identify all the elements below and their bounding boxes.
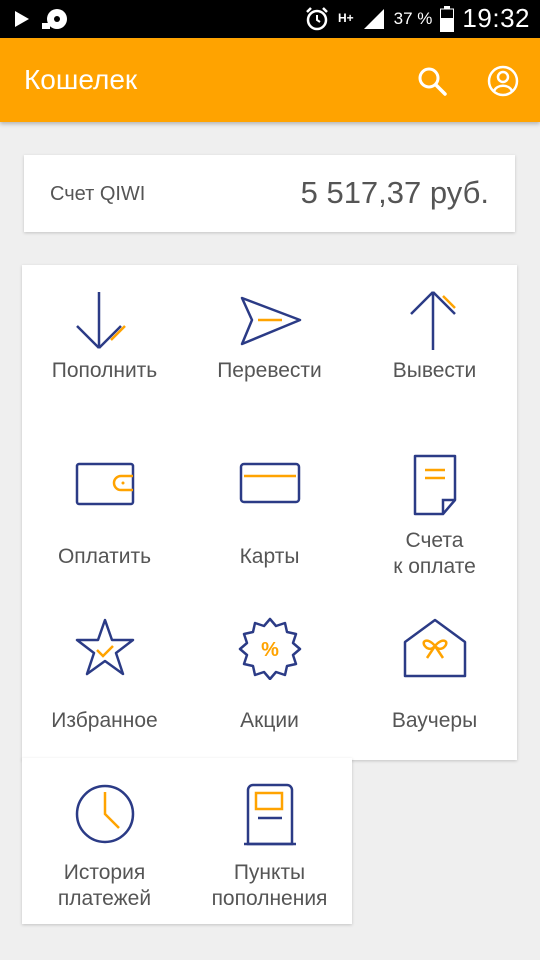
transfer-icon (240, 296, 301, 346)
signal-icon (363, 8, 384, 29)
tile-favorites[interactable]: Избранное (22, 616, 187, 734)
tile-label: История платежей (57, 861, 152, 910)
withdraw-icon (409, 291, 456, 350)
page-title: Кошелек (24, 64, 138, 95)
profile-button[interactable] (486, 64, 520, 98)
tile-label: Акции (240, 709, 299, 732)
tile-label: Ваучеры (391, 709, 478, 732)
tile-top-up[interactable]: Пополнить (22, 288, 187, 384)
tile-cards[interactable]: Карты (187, 452, 352, 570)
battery-icon (440, 5, 455, 32)
media-icon (42, 9, 67, 29)
terminal-icon (243, 783, 296, 846)
star-icon (75, 618, 134, 676)
top-up-icon (75, 292, 126, 349)
tile-transfer[interactable]: Перевести (187, 288, 352, 384)
tile-label: Вывести (392, 359, 477, 382)
tile-vouchers[interactable]: Ваучеры (352, 616, 517, 734)
svg-text:%: % (261, 639, 279, 661)
invoice-icon (413, 454, 456, 516)
account-circle-icon (487, 65, 519, 97)
clock-time: 19:32 (462, 3, 530, 33)
voucher-icon (403, 618, 466, 678)
clock-icon (75, 784, 134, 844)
status-bar: H+ 37 % 19:32 (0, 0, 540, 38)
search-button[interactable] (415, 64, 449, 98)
tile-label: Пополнить (51, 359, 158, 382)
play-icon (15, 11, 29, 27)
alarm-icon (306, 6, 328, 30)
network-type: H+ (337, 11, 354, 25)
tile-history[interactable]: История платежей (22, 782, 187, 912)
search-icon (418, 67, 447, 96)
tile-label: Пункты пополнения (211, 861, 328, 910)
tile-label: Оплатить (57, 545, 152, 568)
tile-label: Карты (239, 545, 300, 568)
battery-percent: 37 % (393, 8, 433, 28)
tile-pay[interactable]: Оплатить (22, 452, 187, 570)
tile-label: Избранное (51, 709, 158, 732)
tile-top-up-points[interactable]: Пункты пополнения (187, 782, 352, 912)
tile-label: Перевести (217, 359, 322, 382)
tile-label: Счета к оплате (393, 529, 476, 578)
app-bar: Кошелек (0, 38, 540, 122)
card-icon (239, 462, 300, 504)
tile-withdraw[interactable]: Вывести (352, 288, 517, 384)
balance-amount: 5 517,37 руб. (300, 175, 489, 210)
wallet-icon (75, 462, 134, 506)
tile-invoices[interactable]: Счета к оплате (352, 452, 517, 580)
promo-badge-icon: % (238, 617, 301, 680)
tile-promotions[interactable]: % Акции (187, 616, 352, 734)
account-label: Счет QIWI (50, 183, 146, 205)
balance-card[interactable]: Счет QIWI 5 517,37 руб. (24, 155, 515, 232)
